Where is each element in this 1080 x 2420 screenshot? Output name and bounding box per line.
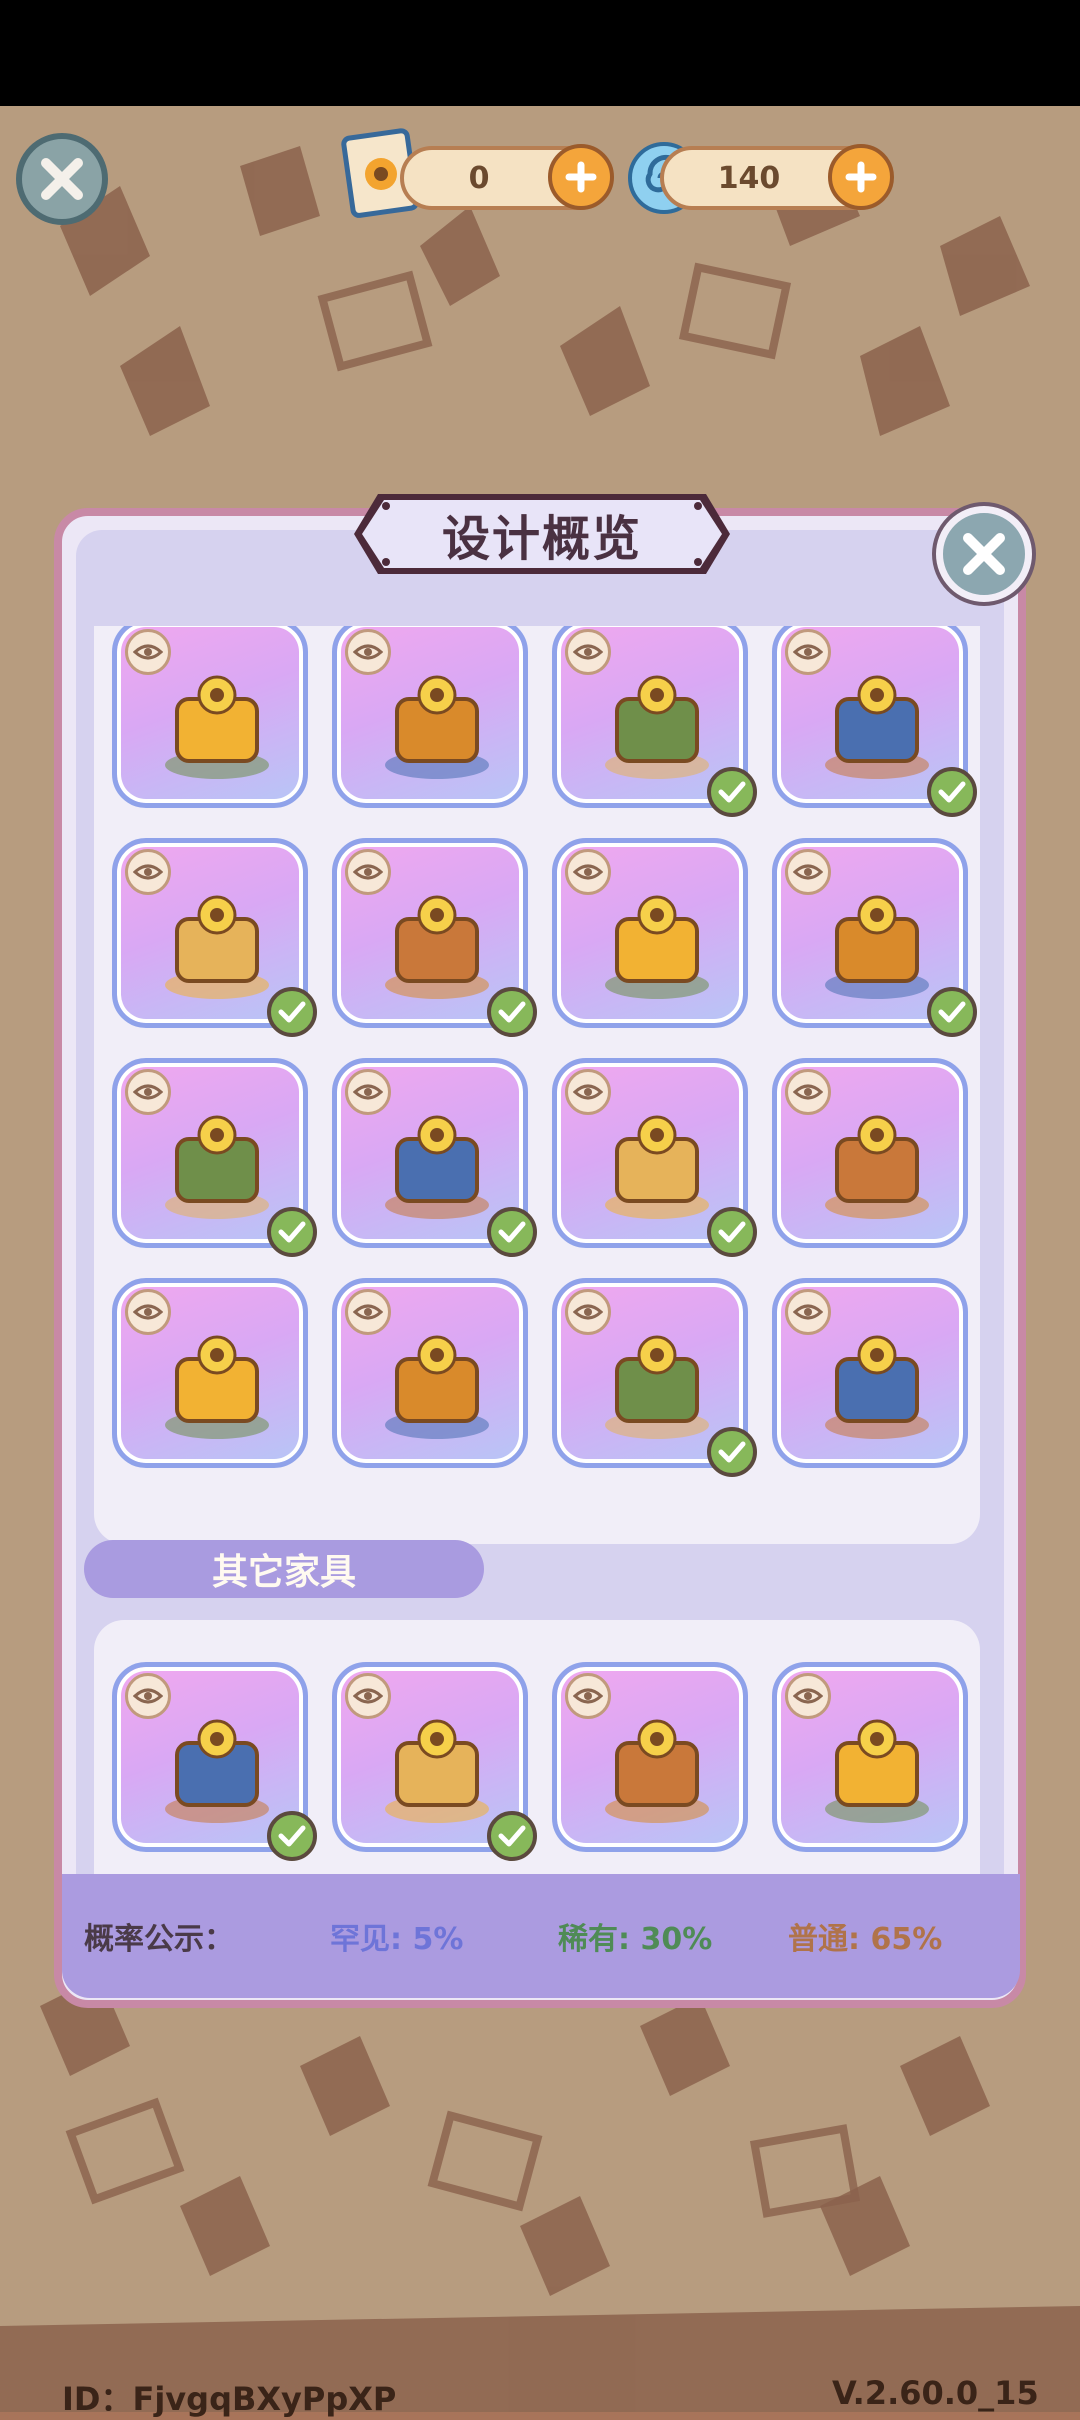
owned-check-icon <box>707 767 757 817</box>
owned-check-icon <box>927 987 977 1037</box>
furniture-item-sofa[interactable] <box>552 838 748 1028</box>
add-ticket-button[interactable] <box>548 144 614 210</box>
furniture-item-armchair[interactable] <box>332 838 537 1037</box>
furniture-art <box>825 1115 929 1219</box>
furniture-item-easel-rug[interactable] <box>332 626 528 808</box>
furniture-art <box>825 1335 929 1439</box>
add-swirl-button[interactable] <box>828 144 894 210</box>
dialog-title: 设计概览 <box>441 511 642 567</box>
plus-icon <box>845 161 877 193</box>
status-bar <box>0 0 1080 106</box>
furniture-art <box>825 895 929 999</box>
furniture-art <box>605 895 709 999</box>
furniture-art <box>605 1335 709 1439</box>
dialog-title-banner: 设计概览 <box>340 488 744 580</box>
close-icon <box>963 533 1005 575</box>
furniture-item-narrow-window[interactable] <box>552 1278 757 1477</box>
close-icon <box>41 158 83 200</box>
furniture-art <box>165 895 269 999</box>
owned-check-icon <box>487 1811 537 1861</box>
other-furniture-header: 其它家具 <box>84 1540 484 1598</box>
furniture-art <box>385 895 489 999</box>
probability-bar: 概率公示： 罕见: 5% 稀有: 30% 普通: 65% <box>62 1874 1020 1998</box>
furniture-item-signpost-lamp[interactable] <box>552 1662 748 1852</box>
furniture-item-sunflower-planter[interactable] <box>112 626 308 808</box>
dialog-close-button[interactable] <box>936 506 1032 602</box>
furniture-art <box>385 1719 489 1823</box>
furniture-item-balcony-window[interactable] <box>332 1278 528 1468</box>
owned-check-icon <box>267 987 317 1037</box>
furniture-art <box>385 1115 489 1219</box>
probability-label: 概率公示： <box>84 1922 234 1957</box>
furniture-item-starry-umbrella[interactable] <box>112 1662 317 1861</box>
owned-check-icon <box>487 1207 537 1257</box>
furniture-art <box>825 1719 929 1823</box>
swirl-counter: 140 <box>660 144 894 210</box>
ticket-counter: 0 <box>400 144 614 210</box>
furniture-item-sunflower-painting[interactable] <box>332 1662 537 1861</box>
furniture-art <box>605 675 709 779</box>
furniture-item-curtain-window[interactable] <box>772 1278 968 1468</box>
furniture-art <box>825 675 929 779</box>
furniture-art <box>385 1335 489 1439</box>
furniture-item-side-table[interactable] <box>772 1058 968 1248</box>
owned-check-icon <box>267 1207 317 1257</box>
furniture-item-sunflower-wall-planter[interactable] <box>112 1278 308 1468</box>
player-id: ID：FjvgqBXyPpXP <box>62 2380 397 2418</box>
furniture-item-iris-vase[interactable] <box>772 626 977 817</box>
furniture-art <box>165 1115 269 1219</box>
furniture-art <box>605 1719 709 1823</box>
uncommon-rate: 稀有: 30% <box>558 1922 713 1957</box>
ticket-count: 0 <box>468 160 490 196</box>
furniture-art <box>165 675 269 779</box>
swirl-count: 140 <box>717 160 781 196</box>
owned-check-icon <box>487 987 537 1037</box>
owned-check-icon <box>927 767 977 817</box>
furniture-art <box>385 675 489 779</box>
common-rate: 普通: 65% <box>788 1922 943 1957</box>
owned-check-icon <box>707 1427 757 1477</box>
furniture-art <box>165 1719 269 1823</box>
app-version: V.2.60.0_15 <box>832 2374 1039 2412</box>
furniture-item-cabinet[interactable] <box>112 1058 317 1257</box>
close-button[interactable] <box>16 133 108 225</box>
rare-rate: 罕见: 5% <box>330 1922 464 1957</box>
plus-icon <box>565 161 597 193</box>
furniture-art <box>165 1335 269 1439</box>
furniture-item-tall-bookcase[interactable] <box>552 1058 757 1257</box>
furniture-item-fruit-table-candle[interactable] <box>552 626 757 817</box>
furniture-item-round-lace-rug[interactable] <box>112 838 317 1037</box>
furniture-item-four-poster-bed[interactable] <box>772 838 977 1037</box>
furniture-item-sunflower-chair[interactable] <box>772 1662 968 1852</box>
furniture-item-yellow-table[interactable] <box>332 1058 537 1257</box>
furniture-art <box>605 1115 709 1219</box>
owned-check-icon <box>267 1811 317 1861</box>
owned-check-icon <box>707 1207 757 1257</box>
furniture-list[interactable]: 其它家具 <box>84 626 990 1874</box>
